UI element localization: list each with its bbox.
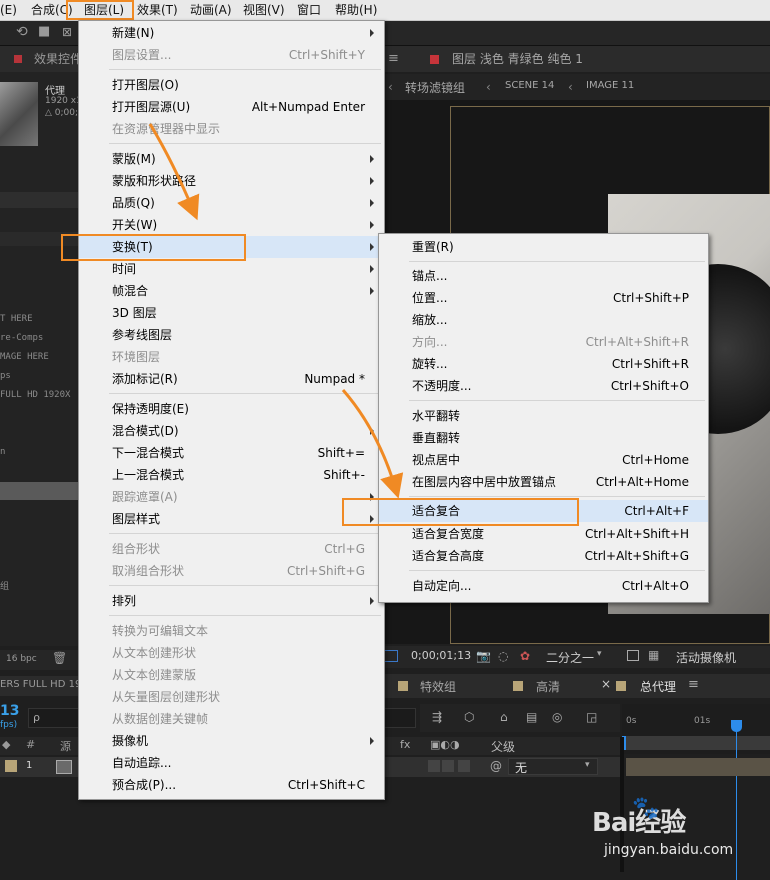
arrow-to-transform	[148, 123, 200, 221]
watermark: Bai经验 🐾 jingyan.baidu.com	[592, 794, 770, 872]
paw-icon: 🐾	[632, 796, 660, 821]
arrow-to-fit-comp	[341, 389, 404, 499]
annotation-arrows	[148, 123, 404, 499]
watermark-url: jingyan.baidu.com	[604, 842, 734, 858]
